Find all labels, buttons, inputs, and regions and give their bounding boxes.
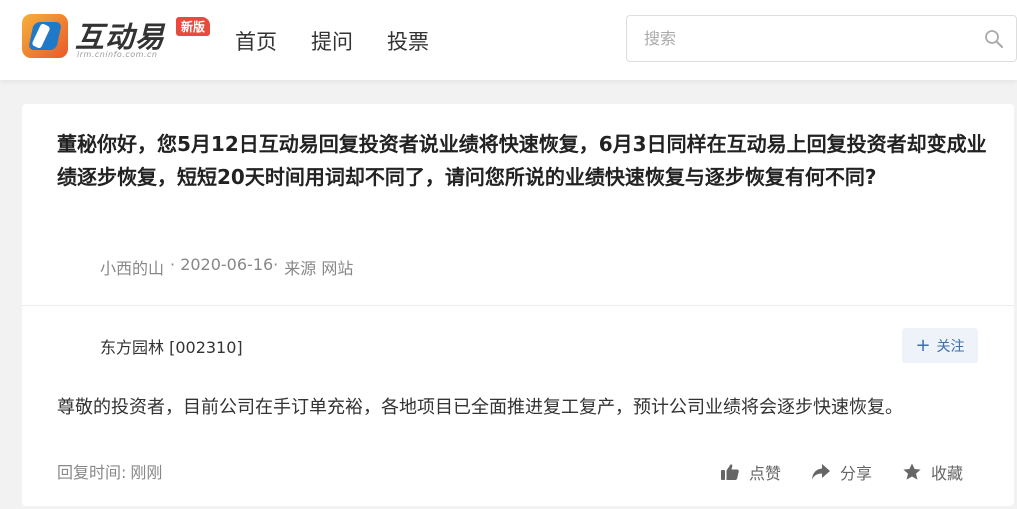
action-bar: 点赞 分享 收藏 <box>720 460 963 484</box>
follow-label: 关注 <box>936 338 965 355</box>
main-nav: 首页 提问 投票 <box>235 26 463 56</box>
new-version-badge: 新版 <box>176 17 211 36</box>
reply-time-value: 刚刚 <box>130 463 163 482</box>
search-box <box>626 15 1017 62</box>
like-button[interactable]: 点赞 <box>720 460 781 484</box>
share-label: 分享 <box>840 464 873 483</box>
share-button[interactable]: 分享 <box>811 460 872 484</box>
logo-mark-icon <box>22 14 68 58</box>
reply-time: 回复时间: 刚刚 <box>57 459 162 483</box>
follow-button[interactable]: + 关注 <box>902 328 978 363</box>
nav-item-ask[interactable]: 提问 <box>311 26 353 56</box>
question-text: 董秘你好，您5月12日互动易回复投资者说业绩将快速恢复，6月3日同样在互动易上回… <box>57 132 987 189</box>
logo-subtitle: irm.cninfo.com.cn <box>77 50 158 59</box>
plus-icon: + <box>915 334 931 356</box>
favorite-button[interactable]: 收藏 <box>902 460 963 484</box>
site-logo[interactable]: 互动易 irm.cninfo.com.cn 新版 <box>22 14 222 62</box>
divider <box>22 305 1014 306</box>
top-header: 互动易 irm.cninfo.com.cn 新版 首页 提问 投票 <box>0 0 1017 80</box>
answer-text: 尊敬的投资者，目前公司在手订单充裕，各地项目已全面推进复工复产，预计公司业绩将会… <box>57 397 903 418</box>
question-source: 来源 网站 <box>284 259 354 278</box>
question-date: · 2020-06-16· <box>170 255 279 274</box>
question-author[interactable]: 小西的山 <box>100 255 164 279</box>
nav-item-home[interactable]: 首页 <box>235 26 277 56</box>
star-icon <box>903 463 921 480</box>
like-label: 点赞 <box>749 464 782 483</box>
favorite-label: 收藏 <box>931 464 964 483</box>
nav-item-vote[interactable]: 投票 <box>387 26 429 56</box>
qa-card: 董秘你好，您5月12日互动易回复投资者说业绩将快速恢复，6月3日同样在互动易上回… <box>22 104 1014 506</box>
thumbs-up-icon <box>721 464 739 480</box>
share-arrow-icon <box>812 464 831 480</box>
question-meta: 小西的山 · 2020-06-16· 来源 网站 <box>100 255 359 279</box>
reply-time-label: 回复时间: <box>57 463 127 482</box>
search-icon[interactable] <box>983 28 1005 50</box>
search-input[interactable] <box>627 16 967 61</box>
company-name[interactable]: 东方园林 [002310] <box>100 334 243 358</box>
